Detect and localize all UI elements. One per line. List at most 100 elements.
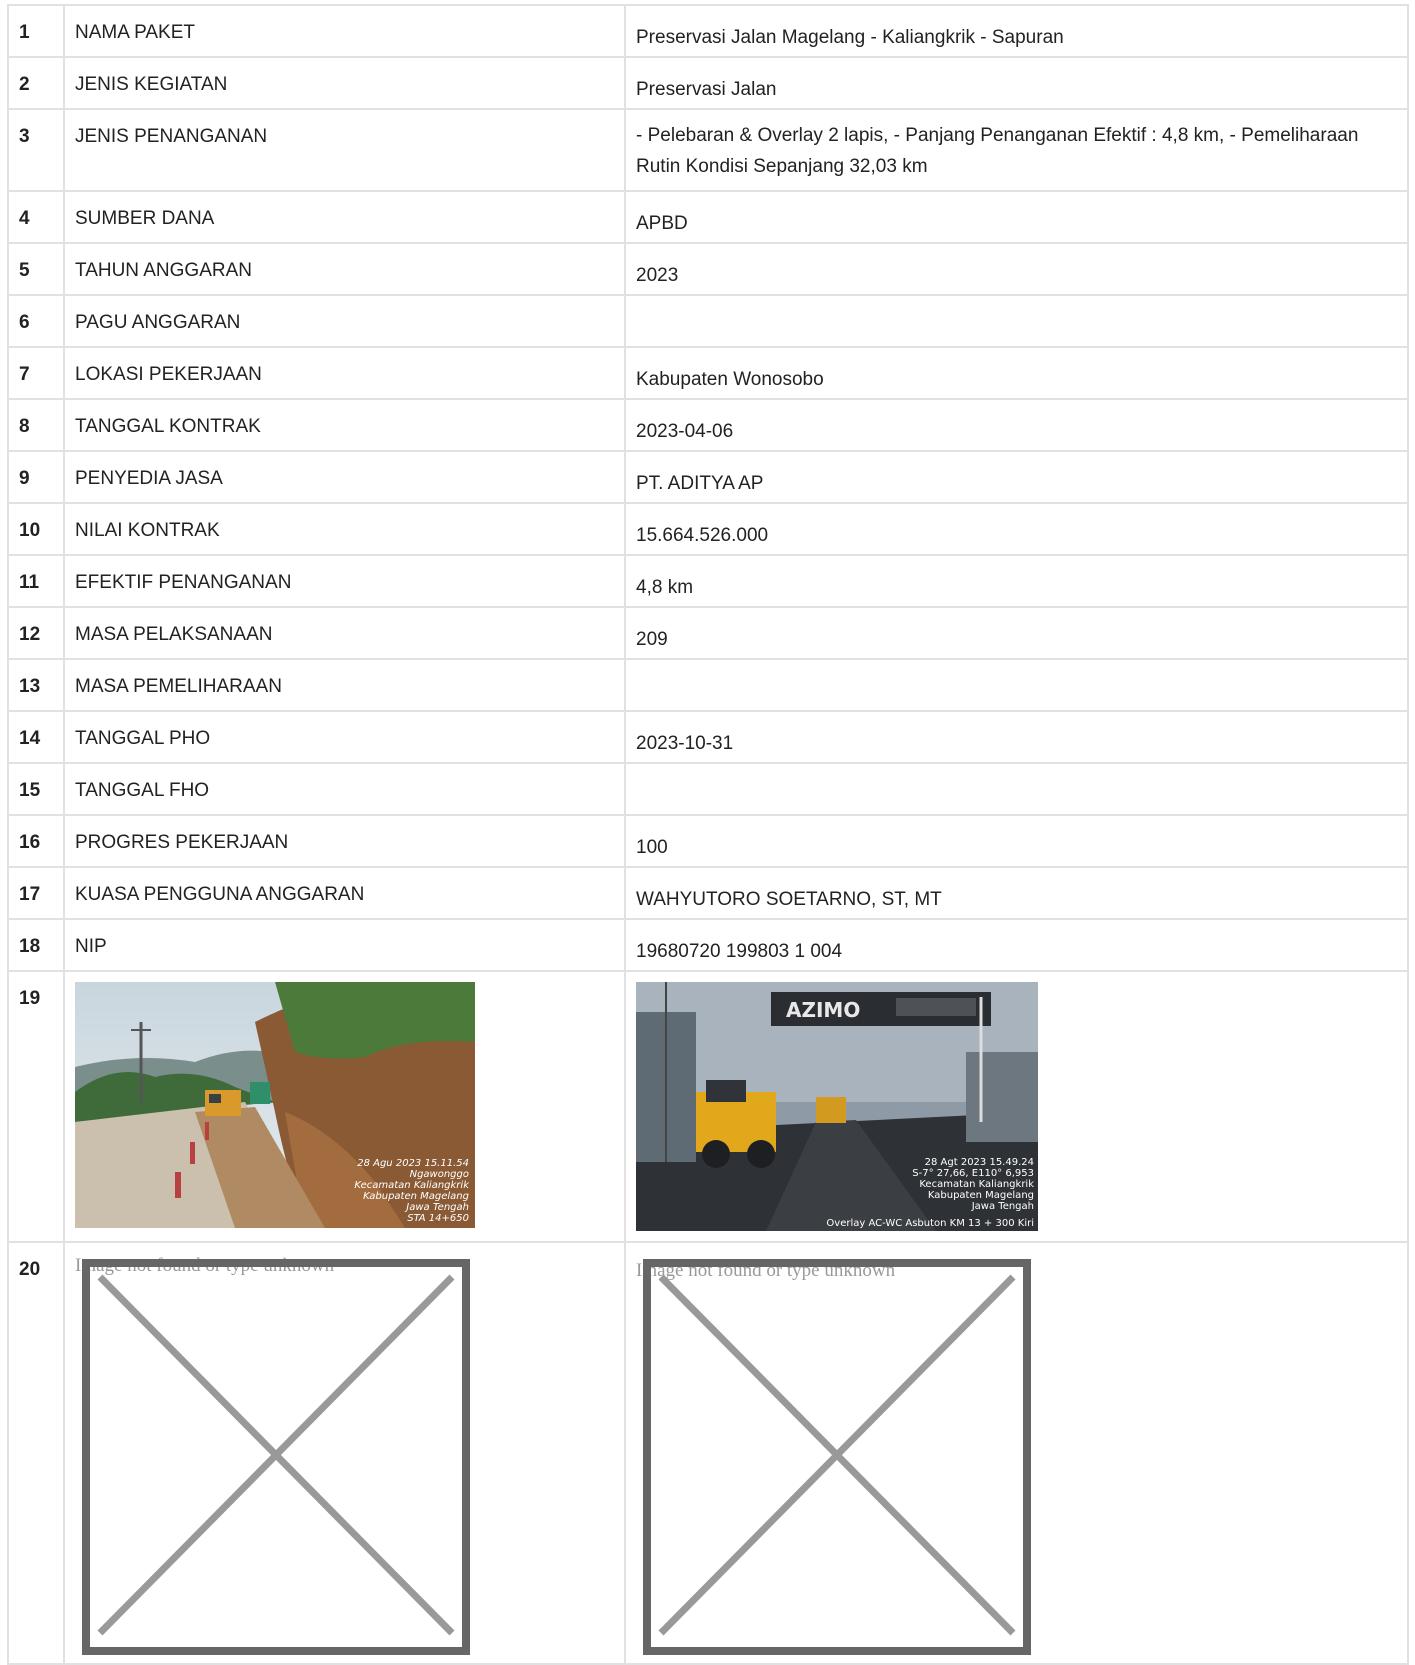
table-row: 7 LOKASI PEKERJAAN Kabupaten Wonosobo (7, 346, 1409, 400)
broken-image-cell-left: Image not found or type unknown (63, 1241, 626, 1665)
table-row: 2 JENIS KEGIATAN Preservasi Jalan (7, 56, 1409, 110)
photo-cell-left: 28 Agu 2023 15.11.54 Ngawonggo Kecamatan… (63, 970, 626, 1243)
row-number: 18 (7, 918, 65, 972)
row-number: 6 (7, 294, 65, 348)
row-label: LOKASI PEKERJAAN (63, 346, 626, 400)
row-value: 2023 (624, 242, 1409, 296)
row-label: TAHUN ANGGARAN (63, 242, 626, 296)
row-value: PT. ADITYA AP (624, 450, 1409, 504)
broken-image-icon (643, 1259, 1031, 1655)
row-value: WAHYUTORO SOETARNO, ST, MT (624, 866, 1409, 920)
row-number: 5 (7, 242, 65, 296)
broken-image-row: 20 Image not found or type unknown Image… (7, 1241, 1409, 1665)
table-row: 5 TAHUN ANGGARAN 2023 (7, 242, 1409, 296)
broken-image[interactable]: Image not found or type unknown (636, 1243, 1397, 1663)
row-number: 11 (7, 554, 65, 608)
row-label: KUASA PENGGUNA ANGGARAN (63, 866, 626, 920)
photo-stamp-line: Kecamatan Kaliangkrik (919, 1179, 1034, 1190)
row-number: 15 (7, 762, 65, 816)
row-number: 16 (7, 814, 65, 868)
row-value: Preservasi Jalan (624, 56, 1409, 110)
photo-stamp-line: STA 14+650 (407, 1213, 469, 1224)
row-number: 13 (7, 658, 65, 712)
row-number: 10 (7, 502, 65, 556)
broken-image-cell-right: Image not found or type unknown (624, 1241, 1409, 1665)
row-label: TANGGAL PHO (63, 710, 626, 764)
table-row: 16 PROGRES PEKERJAAN 100 (7, 814, 1409, 868)
row-value (624, 762, 1409, 816)
photo-stamp-line: Jawa Tengah (404, 1202, 469, 1213)
row-value: 15.664.526.000 (624, 502, 1409, 556)
table-row: 11 EFEKTIF PENANGANAN 4,8 km (7, 554, 1409, 608)
row-label: SUMBER DANA (63, 190, 626, 244)
photo-stamp-line: Jawa Tengah (971, 1201, 1034, 1212)
row-number: 12 (7, 606, 65, 660)
row-label: TANGGAL FHO (63, 762, 626, 816)
row-value (624, 294, 1409, 348)
table-row: 10 NILAI KONTRAK 15.664.526.000 (7, 502, 1409, 556)
row-value: - Pelebaran & Overlay 2 lapis, - Panjang… (624, 108, 1409, 192)
photo-stamp-line: Ngawonggo (410, 1169, 469, 1180)
row-value: 100 (624, 814, 1409, 868)
row-label: JENIS PENANGANAN (63, 108, 626, 192)
row-number: 8 (7, 398, 65, 452)
row-number: 9 (7, 450, 65, 504)
row-number: 2 (7, 56, 65, 110)
row-label: PROGRES PEKERJAAN (63, 814, 626, 868)
row-number: 17 (7, 866, 65, 920)
row-number: 20 (7, 1241, 65, 1665)
row-label: MASA PEMELIHARAAN (63, 658, 626, 712)
row-number: 3 (7, 108, 65, 192)
row-label: PENYEDIA JASA (63, 450, 626, 504)
table-row: 14 TANGGAL PHO 2023-10-31 (7, 710, 1409, 764)
row-value: APBD (624, 190, 1409, 244)
photo-cell-right: AZIMO 28 Agt 2023 15.49.24 S-7° 27,66, E… (624, 970, 1409, 1243)
photo-stamp-line: Kabupaten Magelang (363, 1191, 469, 1202)
table-row: 17 KUASA PENGGUNA ANGGARAN WAHYUTORO SOETA… (7, 866, 1409, 920)
photo-stamp-line: Kabupaten Magelang (928, 1190, 1034, 1201)
row-label: TANGGAL KONTRAK (63, 398, 626, 452)
row-number: 1 (7, 4, 65, 58)
site-photo-overlay[interactable]: AZIMO 28 Agt 2023 15.49.24 S-7° 27,66, E… (636, 982, 1038, 1231)
photo-stamp-line: 28 Agu 2023 15.11.54 (357, 1158, 469, 1169)
table-row: 13 MASA PEMELIHARAAN (7, 658, 1409, 712)
broken-image[interactable]: Image not found or type unknown (75, 1243, 624, 1663)
table-row: 12 MASA PELAKSANAAN 209 (7, 606, 1409, 660)
row-value: 19680720 199803 1 004 (624, 918, 1409, 972)
photo-stamp-line: 28 Agt 2023 15.49.24 (925, 1157, 1034, 1168)
photo-stamp-line: Kecamatan Kaliangkrik (354, 1180, 470, 1191)
row-number: 7 (7, 346, 65, 400)
row-number: 4 (7, 190, 65, 244)
row-label: NIP (63, 918, 626, 972)
row-value: 209 (624, 606, 1409, 660)
table-row: 9 PENYEDIA JASA PT. ADITYA AP (7, 450, 1409, 504)
row-label: PAGU ANGGARAN (63, 294, 626, 348)
table-row: 8 TANGGAL KONTRAK 2023-04-06 (7, 398, 1409, 452)
table-row: 4 SUMBER DANA APBD (7, 190, 1409, 244)
row-label: NILAI KONTRAK (63, 502, 626, 556)
table-row: 3 JENIS PENANGANAN - Pelebaran & Overlay 2… (7, 108, 1409, 192)
row-label: JENIS KEGIATAN (63, 56, 626, 110)
table-row: 1 NAMA PAKET Preservasi Jalan Magelang - K… (7, 4, 1409, 58)
table-row: 15 TANGGAL FHO (7, 762, 1409, 816)
row-value: Kabupaten Wonosobo (624, 346, 1409, 400)
row-label: MASA PELAKSANAAN (63, 606, 626, 660)
row-value (624, 658, 1409, 712)
broken-image-icon (82, 1259, 470, 1655)
photo-row: 19 28 Agu 2023 15.11.54 Ngawonggo Kecama… (7, 970, 1409, 1243)
row-value: 2023-10-31 (624, 710, 1409, 764)
billboard-sign-text: AZIMO (786, 998, 860, 1022)
row-label: NAMA PAKET (63, 4, 626, 58)
row-value: 4,8 km (624, 554, 1409, 608)
row-number: 14 (7, 710, 65, 764)
row-label: EFEKTIF PENANGANAN (63, 554, 626, 608)
photo-stamp-line: S-7° 27,66, E110° 6,953 (912, 1168, 1034, 1179)
row-value: 2023-04-06 (624, 398, 1409, 452)
site-photo-excavation[interactable]: 28 Agu 2023 15.11.54 Ngawonggo Kecamatan… (75, 982, 475, 1228)
photo-stamp-line: Overlay AC-WC Asbuton KM 13 + 300 Kiri (826, 1218, 1034, 1229)
project-info-table: 1 NAMA PAKET Preservasi Jalan Magelang - K… (7, 4, 1409, 1665)
table-row: 6 PAGU ANGGARAN (7, 294, 1409, 348)
row-number: 19 (7, 970, 65, 1243)
info-table-wrapper: 1 NAMA PAKET Preservasi Jalan Magelang - K… (7, 4, 1409, 1665)
table-row: 18 NIP 19680720 199803 1 004 (7, 918, 1409, 972)
